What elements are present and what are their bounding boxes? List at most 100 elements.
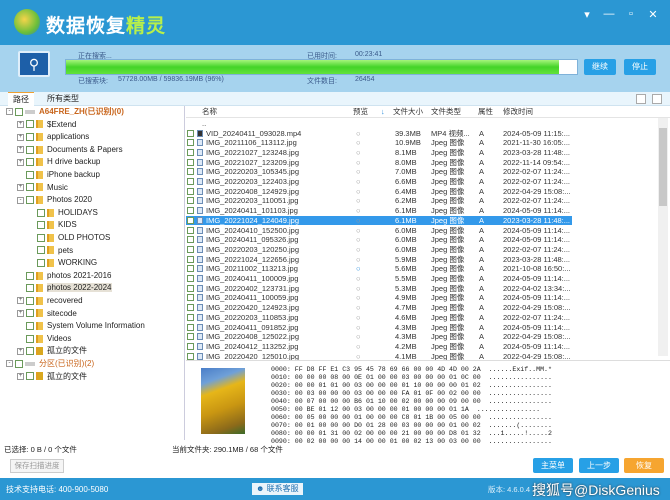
tree-node[interactable]: - A64FRE_ZH(已识别)(0)	[6, 106, 124, 118]
file-checkbox[interactable]	[187, 313, 194, 321]
tree-checkbox[interactable]	[26, 170, 34, 179]
file-row[interactable]: IMG_20240411_091852.jpg ○ 4.3MB Jpeg 图像 A 202…	[186, 323, 656, 333]
tree-node[interactable]: + 孤立的文件	[17, 371, 87, 383]
expand-icon[interactable]: +	[17, 133, 24, 141]
parent-folder-row[interactable]: ..	[186, 119, 656, 129]
main-menu-button[interactable]: 主菜单	[533, 458, 573, 473]
preview-icon[interactable]: ○	[356, 332, 361, 342]
file-checkbox[interactable]	[187, 265, 194, 273]
preview-icon[interactable]: ○	[356, 187, 361, 197]
expand-icon[interactable]: +	[17, 372, 24, 380]
file-checkbox[interactable]	[187, 187, 194, 195]
preview-icon[interactable]: ○	[356, 274, 361, 284]
preview-icon[interactable]: ○	[356, 177, 361, 187]
tree-checkbox[interactable]	[26, 322, 34, 331]
preview-icon[interactable]: ○	[356, 206, 361, 216]
col-attr[interactable]: 属性	[478, 106, 493, 118]
expand-icon[interactable]	[17, 171, 24, 178]
tree-checkbox[interactable]	[26, 296, 34, 305]
expand-icon[interactable]: +	[17, 297, 24, 305]
file-checkbox[interactable]	[187, 158, 194, 166]
tree-node[interactable]: HOLIDAYS	[28, 207, 98, 219]
file-checkbox[interactable]	[187, 197, 194, 205]
file-checkbox[interactable]	[187, 168, 194, 176]
expand-icon[interactable]	[17, 323, 24, 330]
preview-icon[interactable]: ○	[356, 293, 361, 303]
expand-icon[interactable]	[17, 272, 24, 279]
file-row[interactable]: VID_20240411_093028.mp4 ○ 39.3MB MP4 视频... A…	[186, 129, 656, 139]
tree-checkbox[interactable]	[26, 334, 34, 343]
col-name[interactable]: 名称	[202, 106, 217, 118]
tree-node[interactable]: pets	[28, 245, 73, 257]
tree-checkbox[interactable]	[26, 133, 34, 142]
file-checkbox[interactable]	[187, 275, 194, 282]
expand-icon[interactable]: +	[17, 146, 24, 154]
expand-icon[interactable]: +	[17, 120, 24, 128]
collapse-icon[interactable]: -	[6, 108, 13, 116]
col-preview[interactable]: 预览	[353, 106, 368, 118]
col-size[interactable]: 文件大小	[393, 106, 423, 118]
file-row[interactable]: IMG_20220408_125022.jpg ○ 4.3MB Jpeg 图像 A 202…	[186, 332, 656, 342]
preview-icon[interactable]: ○	[356, 352, 361, 360]
file-checkbox[interactable]	[187, 323, 194, 331]
expand-icon[interactable]	[28, 247, 35, 254]
expand-icon[interactable]: +	[17, 183, 24, 191]
tree-checkbox[interactable]	[26, 196, 34, 205]
file-row[interactable]: IMG_20220203_105345.jpg ○ 7.0MB Jpeg 图像 A 202…	[186, 167, 656, 177]
close-button[interactable]: ✕	[646, 8, 660, 21]
tree-node[interactable]: WORKING	[28, 257, 97, 269]
file-checkbox[interactable]	[187, 352, 194, 360]
file-list-scrollbar[interactable]	[658, 118, 668, 356]
col-mtime[interactable]: 修改时间	[503, 106, 533, 118]
file-checkbox[interactable]	[187, 216, 194, 224]
save-progress-button[interactable]: 保存扫描进度	[10, 459, 64, 473]
col-type[interactable]: 文件类型	[431, 106, 461, 118]
file-checkbox[interactable]	[187, 255, 194, 263]
tree-node[interactable]: + 孤立的文件	[17, 345, 87, 357]
file-checkbox[interactable]	[187, 342, 194, 350]
file-row[interactable]: IMG_20240411_095326.jpg ○ 6.0MB Jpeg 图像 A 202…	[186, 235, 656, 245]
preview-icon[interactable]: ○	[356, 196, 361, 206]
tree-checkbox[interactable]	[26, 309, 34, 318]
expand-icon[interactable]	[28, 234, 35, 241]
tree-checkbox[interactable]	[15, 107, 23, 116]
preview-icon[interactable]: ○	[356, 342, 361, 352]
preview-icon[interactable]: ○	[356, 313, 361, 323]
list-view-icon[interactable]	[636, 94, 646, 104]
recover-button[interactable]: 恢复	[624, 458, 664, 473]
tree-checkbox[interactable]	[26, 271, 34, 280]
tree-node[interactable]: + Music	[17, 182, 68, 194]
tree-node[interactable]: + $Extend	[17, 119, 76, 131]
grid-view-icon[interactable]	[652, 94, 662, 104]
expand-icon[interactable]: +	[17, 158, 24, 166]
preview-icon[interactable]: ○	[356, 303, 361, 313]
preview-icon[interactable]: ○	[356, 255, 361, 265]
file-row[interactable]: IMG_20240412_113252.jpg ○ 4.2MB Jpeg 图像 A 202…	[186, 342, 656, 352]
expand-icon[interactable]	[17, 285, 24, 292]
preview-icon[interactable]: ○	[356, 148, 361, 158]
file-checkbox[interactable]	[187, 245, 194, 253]
expand-icon[interactable]: +	[17, 309, 24, 317]
preview-icon[interactable]: ○	[356, 284, 361, 294]
file-checkbox[interactable]	[187, 294, 194, 302]
preview-icon[interactable]: ○	[356, 129, 361, 139]
expand-icon[interactable]	[28, 260, 35, 267]
file-row[interactable]: IMG_20240410_152500.jpg ○ 6.0MB Jpeg 图像 A 202…	[186, 226, 656, 236]
tree-node[interactable]: - 分区(已识别)(2)	[6, 358, 94, 370]
file-row[interactable]: IMG_20220203_110853.jpg ○ 4.6MB Jpeg 图像 A 202…	[186, 313, 656, 323]
contact-support-button[interactable]: ☻ 联系客服	[252, 483, 303, 495]
tree-checkbox[interactable]	[26, 372, 34, 381]
tree-checkbox[interactable]	[26, 183, 34, 192]
file-row[interactable]: IMG_20211002_113213.jpg ○ 5.6MB Jpeg 图像 A 202…	[186, 264, 656, 274]
continue-button[interactable]: 继续	[584, 59, 616, 75]
file-row[interactable]: IMG_20220420_124923.jpg ○ 4.7MB Jpeg 图像 A 202…	[186, 303, 656, 313]
file-row[interactable]: IMG_20211106_113112.jpg ○ 10.9MB Jpeg 图像 A 20…	[186, 138, 656, 148]
file-row[interactable]: IMG_20240411_100009.jpg ○ 5.5MB Jpeg 图像 A 202…	[186, 274, 656, 284]
preview-icon[interactable]: ○	[356, 167, 361, 177]
preview-icon[interactable]: ○	[356, 138, 361, 148]
tree-node[interactable]: photos 2022-2024	[17, 282, 112, 294]
file-checkbox[interactable]	[187, 207, 194, 215]
tree-node[interactable]: + sitecode	[17, 308, 77, 320]
tree-node[interactable]: + applications	[17, 131, 89, 143]
tree-checkbox[interactable]	[26, 347, 34, 356]
